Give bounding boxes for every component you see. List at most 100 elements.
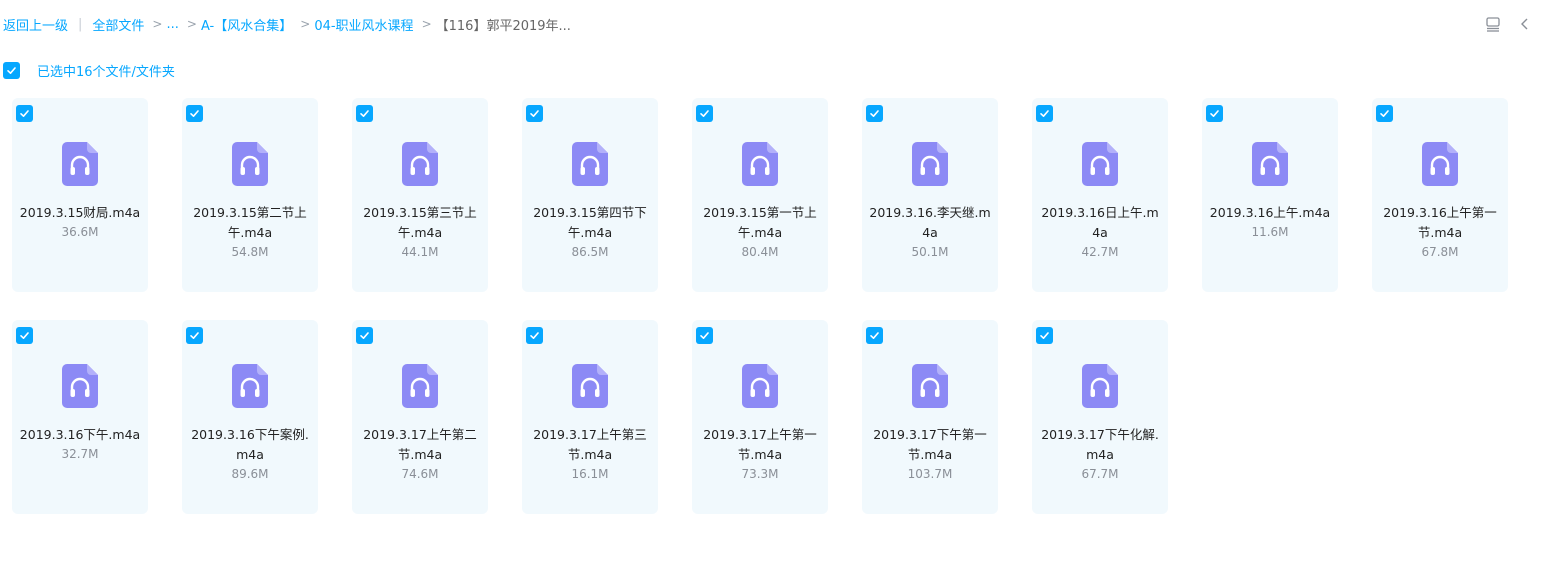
file-card[interactable]: 2019.3.15第一节上午.m4a 80.4M	[692, 98, 828, 292]
breadcrumb: 返回上一级 | 全部文件 > ... > A-【风水合集】 > 04-职业风水课…	[3, 14, 571, 34]
file-browser-page: 返回上一级 | 全部文件 > ... > A-【风水合集】 > 04-职业风水课…	[0, 0, 1545, 580]
file-card[interactable]: 2019.3.17下午第一节.m4a 103.7M	[862, 320, 998, 514]
file-checkbox[interactable]	[1376, 105, 1393, 122]
checkmark-icon	[190, 110, 199, 117]
headphones-audio-icon	[402, 142, 438, 186]
breadcrumb-all-files[interactable]: 全部文件	[92, 15, 144, 34]
checkmark-icon	[20, 332, 29, 339]
headphones-audio-icon	[232, 142, 268, 186]
file-checkbox[interactable]	[356, 105, 373, 122]
file-checkbox[interactable]	[356, 327, 373, 344]
file-size: 86.5M	[571, 245, 609, 259]
file-name: 2019.3.15第四节下午.m4a	[533, 205, 647, 240]
view-controls	[1471, 14, 1535, 34]
chevron-left-icon	[1521, 18, 1528, 30]
breadcrumb-separator-icon: >	[186, 17, 197, 31]
file-name: 2019.3.16上午.m4a	[1209, 205, 1331, 220]
file-checkbox[interactable]	[696, 327, 713, 344]
checkmark-icon	[360, 110, 369, 117]
file-checkbox[interactable]	[866, 105, 883, 122]
file-name: 2019.3.15第一节上午.m4a	[703, 205, 817, 240]
file-card[interactable]: 2019.3.15财局.m4a 36.6M	[12, 98, 148, 292]
breadcrumb-ellipsis[interactable]: ...	[166, 17, 178, 32]
file-size: 80.4M	[741, 245, 779, 259]
file-name: 2019.3.17下午第一节.m4a	[873, 427, 987, 462]
breadcrumb-separator-icon: >	[300, 17, 311, 31]
file-checkbox[interactable]	[1036, 327, 1053, 344]
file-size: 44.1M	[401, 245, 439, 259]
file-checkbox[interactable]	[16, 105, 33, 122]
file-card[interactable]: 2019.3.16日上午.m4a 42.7M	[1032, 98, 1168, 292]
file-name: 2019.3.15财局.m4a	[19, 205, 141, 220]
file-checkbox[interactable]	[1206, 105, 1223, 122]
file-checkbox[interactable]	[186, 105, 203, 122]
headphones-audio-icon	[402, 364, 438, 408]
breadcrumb-divider: |	[78, 16, 83, 32]
file-card[interactable]: 2019.3.15第二节上午.m4a 54.8M	[182, 98, 318, 292]
checkmark-icon	[1380, 110, 1389, 117]
file-checkbox[interactable]	[526, 105, 543, 122]
collapse-button[interactable]	[1515, 14, 1535, 34]
checkmark-icon	[1040, 110, 1049, 117]
file-card[interactable]: 2019.3.16上午.m4a 11.6M	[1202, 98, 1338, 292]
select-all-checkbox[interactable]	[3, 62, 20, 79]
file-size: 67.8M	[1421, 245, 1459, 259]
file-card[interactable]: 2019.3.16上午第一节.m4a 67.8M	[1372, 98, 1508, 292]
file-name: 2019.3.16下午案例.m4a	[191, 427, 309, 462]
headphones-audio-icon	[1252, 142, 1288, 186]
headphones-audio-icon	[912, 364, 948, 408]
file-name: 2019.3.16.李天继.m4a	[869, 205, 991, 240]
file-size: 103.7M	[907, 467, 953, 481]
file-size: 16.1M	[571, 467, 609, 481]
file-card[interactable]: 2019.3.17上午第二节.m4a 74.6M	[352, 320, 488, 514]
file-card[interactable]: 2019.3.17上午第三节.m4a 16.1M	[522, 320, 658, 514]
checkmark-icon	[700, 110, 709, 117]
file-name: 2019.3.17上午第二节.m4a	[363, 427, 477, 462]
file-name: 2019.3.16上午第一节.m4a	[1383, 205, 1497, 240]
file-card[interactable]: 2019.3.16下午.m4a 32.7M	[12, 320, 148, 514]
breadcrumb-separator-icon: >	[152, 17, 163, 31]
checkmark-icon	[530, 332, 539, 339]
file-card[interactable]: 2019.3.16.李天继.m4a 50.1M	[862, 98, 998, 292]
file-card[interactable]: 2019.3.17上午第一节.m4a 73.3M	[692, 320, 828, 514]
checkmark-icon	[1040, 332, 1049, 339]
checkmark-icon	[7, 67, 16, 74]
file-name: 2019.3.16日上午.m4a	[1041, 205, 1159, 240]
file-checkbox[interactable]	[526, 327, 543, 344]
file-name: 2019.3.15第二节上午.m4a	[193, 205, 307, 240]
file-checkbox[interactable]	[186, 327, 203, 344]
breadcrumb-level1[interactable]: A-【风水合集】	[201, 15, 292, 34]
headphones-audio-icon	[1082, 142, 1118, 186]
headphones-audio-icon	[742, 364, 778, 408]
headphones-audio-icon	[912, 142, 948, 186]
file-size: 42.7M	[1081, 245, 1119, 259]
file-name: 2019.3.17上午第三节.m4a	[533, 427, 647, 462]
file-checkbox[interactable]	[866, 327, 883, 344]
file-name: 2019.3.17下午化解.m4a	[1041, 427, 1159, 462]
file-name: 2019.3.17上午第一节.m4a	[703, 427, 817, 462]
headphones-audio-icon	[742, 142, 778, 186]
headphones-audio-icon	[232, 364, 268, 408]
breadcrumb-level2[interactable]: 04-职业风水课程	[314, 15, 413, 34]
file-size: 50.1M	[911, 245, 949, 259]
file-checkbox[interactable]	[16, 327, 33, 344]
file-size: 32.7M	[61, 447, 99, 461]
checkmark-icon	[530, 110, 539, 117]
headphones-audio-icon	[572, 364, 608, 408]
file-checkbox[interactable]	[696, 105, 713, 122]
file-card[interactable]: 2019.3.15第三节上午.m4a 44.1M	[352, 98, 488, 292]
file-card[interactable]: 2019.3.16下午案例.m4a 89.6M	[182, 320, 318, 514]
checkmark-icon	[20, 110, 29, 117]
list-view-button[interactable]	[1483, 14, 1503, 34]
headphones-audio-icon	[572, 142, 608, 186]
file-size: 11.6M	[1251, 225, 1289, 239]
file-checkbox[interactable]	[1036, 105, 1053, 122]
file-grid: 2019.3.15财局.m4a 36.6M 2019.3.15第二节上午.m4a…	[12, 98, 1508, 514]
checkmark-icon	[190, 332, 199, 339]
file-card[interactable]: 2019.3.15第四节下午.m4a 86.5M	[522, 98, 658, 292]
file-name: 2019.3.16下午.m4a	[19, 427, 141, 442]
file-size: 73.3M	[741, 467, 779, 481]
file-card[interactable]: 2019.3.17下午化解.m4a 67.7M	[1032, 320, 1168, 514]
back-link[interactable]: 返回上一级	[3, 15, 68, 34]
checkmark-icon	[1210, 110, 1219, 117]
